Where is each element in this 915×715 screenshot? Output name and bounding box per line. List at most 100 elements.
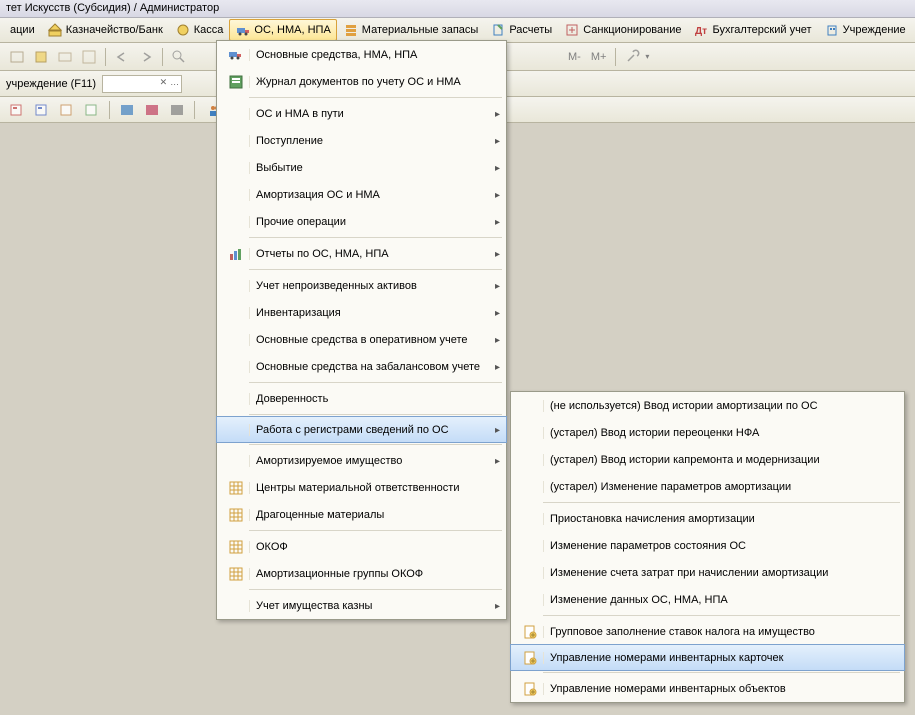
filter-label: учреждение (F11): [6, 78, 96, 90]
svg-text:Дт: Дт: [695, 26, 707, 37]
menu-divider: [249, 414, 502, 415]
submenu-arrow-icon: [486, 135, 500, 147]
journal-icon: [223, 74, 249, 90]
submenu-item-10[interactable]: Управление номерами инвентарных объектов: [511, 675, 904, 702]
submenu-arrow-icon: [486, 455, 500, 467]
bank-icon: [47, 22, 63, 38]
submenu-item-9[interactable]: Управление номерами инвентарных карточек: [510, 644, 905, 671]
submenu-arrow-icon: [486, 361, 500, 373]
menu-item-materials[interactable]: Материальные запасы: [337, 19, 485, 41]
dropdown-item-8[interactable]: Учет непроизведенных активов: [217, 272, 506, 299]
dropdown-item-label: Прочие операции: [249, 216, 486, 228]
tool-2[interactable]: [30, 46, 52, 68]
dropdown-item-4[interactable]: Выбытие: [217, 154, 506, 181]
m-plus[interactable]: M+: [587, 51, 611, 63]
submenu-item-label: Групповое заполнение ставок налога на им…: [543, 626, 898, 638]
separator: [194, 101, 195, 119]
submenu-item-2[interactable]: (устарел) Ввод истории капремонта и моде…: [511, 446, 904, 473]
submenu-item-7[interactable]: Изменение данных ОС, НМА, НПА: [511, 586, 904, 613]
tool-4[interactable]: [78, 46, 100, 68]
dropdown-item-14[interactable]: Амортизируемое имущество: [217, 447, 506, 474]
dropdown-item-1[interactable]: Журнал документов по учету ОС и НМА: [217, 68, 506, 95]
submenu-item-6[interactable]: Изменение счета затрат при начислении ам…: [511, 559, 904, 586]
tool-3[interactable]: [54, 46, 76, 68]
menu-item-sanction[interactable]: Санкционирование: [558, 19, 687, 41]
dropdown-item-15[interactable]: Центры материальной ответственности: [217, 474, 506, 501]
dropdown-item-6[interactable]: Прочие операции: [217, 208, 506, 235]
dropdown-item-17[interactable]: ОКОФ: [217, 533, 506, 560]
submenu-item-label: (устарел) Ввод истории капремонта и моде…: [543, 454, 898, 466]
menu-item-kassa[interactable]: Касса: [169, 19, 230, 41]
dropdown-item-3[interactable]: Поступление: [217, 127, 506, 154]
menu-item-treasury[interactable]: Казначейство/Банк: [41, 19, 169, 41]
submenu-arrow-icon: [486, 600, 500, 612]
dropdown-item-9[interactable]: Инвентаризация: [217, 299, 506, 326]
submenu-item-label: Управление номерами инвентарных объектов: [543, 683, 898, 695]
menu-item-accounting[interactable]: Дт Бухгалтерский учет: [687, 19, 817, 41]
dropdown-item-label: ОКОФ: [249, 541, 500, 553]
doc-icon: [517, 624, 543, 640]
submenu-arrow-icon: [486, 162, 500, 174]
wrench-button[interactable]: [621, 46, 643, 68]
sanction-icon: [564, 22, 580, 38]
dropdown-item-18[interactable]: Амортизационные группы ОКОФ: [217, 560, 506, 587]
submenu-item-1[interactable]: (устарел) Ввод истории переоценки НФА: [511, 419, 904, 446]
separator: [615, 48, 616, 66]
dropdown-item-label: Учет непроизведенных активов: [249, 280, 486, 292]
icon-e[interactable]: [116, 99, 138, 121]
icon-f[interactable]: [141, 99, 163, 121]
submenu-arrow-icon: [486, 216, 500, 228]
icon-a[interactable]: [6, 99, 28, 121]
tool-1[interactable]: [6, 46, 28, 68]
dropdown-item-label: Доверенность: [249, 393, 500, 405]
dropdown-item-7[interactable]: Отчеты по ОС, НМА, НПА: [217, 240, 506, 267]
icon-d[interactable]: [81, 99, 103, 121]
dropdown-item-12[interactable]: Доверенность: [217, 385, 506, 412]
menu-item-raschety[interactable]: Расчеты: [484, 19, 558, 41]
submenu-item-8[interactable]: Групповое заполнение ставок налога на им…: [511, 618, 904, 645]
main-dropdown-menu: Основные средства, НМА, НПАЖурнал докуме…: [216, 40, 507, 620]
submenu-item-0[interactable]: (не используется) Ввод истории амортизац…: [511, 392, 904, 419]
submenu-item-5[interactable]: Изменение параметров состояния ОС: [511, 532, 904, 559]
menu-divider: [249, 97, 502, 98]
submenu-item-label: (устарел) Ввод истории переоценки НФА: [543, 427, 898, 439]
menu-divider: [249, 382, 502, 383]
dropdown-item-2[interactable]: ОС и НМА в пути: [217, 100, 506, 127]
dropdown-item-5[interactable]: Амортизация ОС и НМА: [217, 181, 506, 208]
submenu-item-3[interactable]: (устарел) Изменение параметров амортизац…: [511, 473, 904, 500]
menu-divider: [249, 269, 502, 270]
icon-c[interactable]: [56, 99, 78, 121]
redo-button[interactable]: [135, 46, 157, 68]
menu-item-org[interactable]: Учреждение: [818, 19, 912, 41]
dropdown-item-10[interactable]: Основные средства в оперативном учете: [217, 326, 506, 353]
submenu-item-4[interactable]: Приостановка начисления амортизации: [511, 505, 904, 532]
undo-button[interactable]: [111, 46, 133, 68]
doc-icon: [517, 681, 543, 697]
dropdown-item-19[interactable]: Учет имущества казны: [217, 592, 506, 619]
menu-divider: [249, 237, 502, 238]
truck-icon: [223, 47, 249, 63]
accounting-icon: Дт: [693, 22, 709, 38]
menu-item-0[interactable]: ации: [4, 21, 41, 39]
dropdown-item-11[interactable]: Основные средства на забалансовом учете: [217, 353, 506, 380]
submenu-item-label: Изменение данных ОС, НМА, НПА: [543, 594, 898, 606]
dropdown-arrow[interactable]: ▾: [645, 52, 649, 61]
dropdown-item-label: Инвентаризация: [249, 307, 486, 319]
title-text: тет Искусств (Субсидия) / Администратор: [6, 2, 219, 14]
dropdown-item-13[interactable]: Работа с регистрами сведений по ОС: [216, 416, 507, 443]
search-button[interactable]: [168, 46, 190, 68]
menu-item-os-nma[interactable]: ОС, НМА, НПА: [229, 19, 336, 41]
filter-input[interactable]: … ✕: [102, 75, 182, 93]
m-minus[interactable]: M-: [564, 51, 585, 63]
icon-g[interactable]: [166, 99, 188, 121]
dropdown-item-label: Амортизационные группы ОКОФ: [249, 568, 500, 580]
dropdown-item-label: Выбытие: [249, 162, 486, 174]
icon-b[interactable]: [31, 99, 53, 121]
menu-divider: [249, 444, 502, 445]
submenu-item-label: (устарел) Изменение параметров амортизац…: [543, 481, 898, 493]
stack-icon: [343, 22, 359, 38]
submenu-item-label: Управление номерами инвентарных карточек: [543, 652, 898, 664]
dropdown-item-16[interactable]: Драгоценные материалы: [217, 501, 506, 528]
menu-divider: [543, 672, 900, 673]
dropdown-item-0[interactable]: Основные средства, НМА, НПА: [217, 41, 506, 68]
